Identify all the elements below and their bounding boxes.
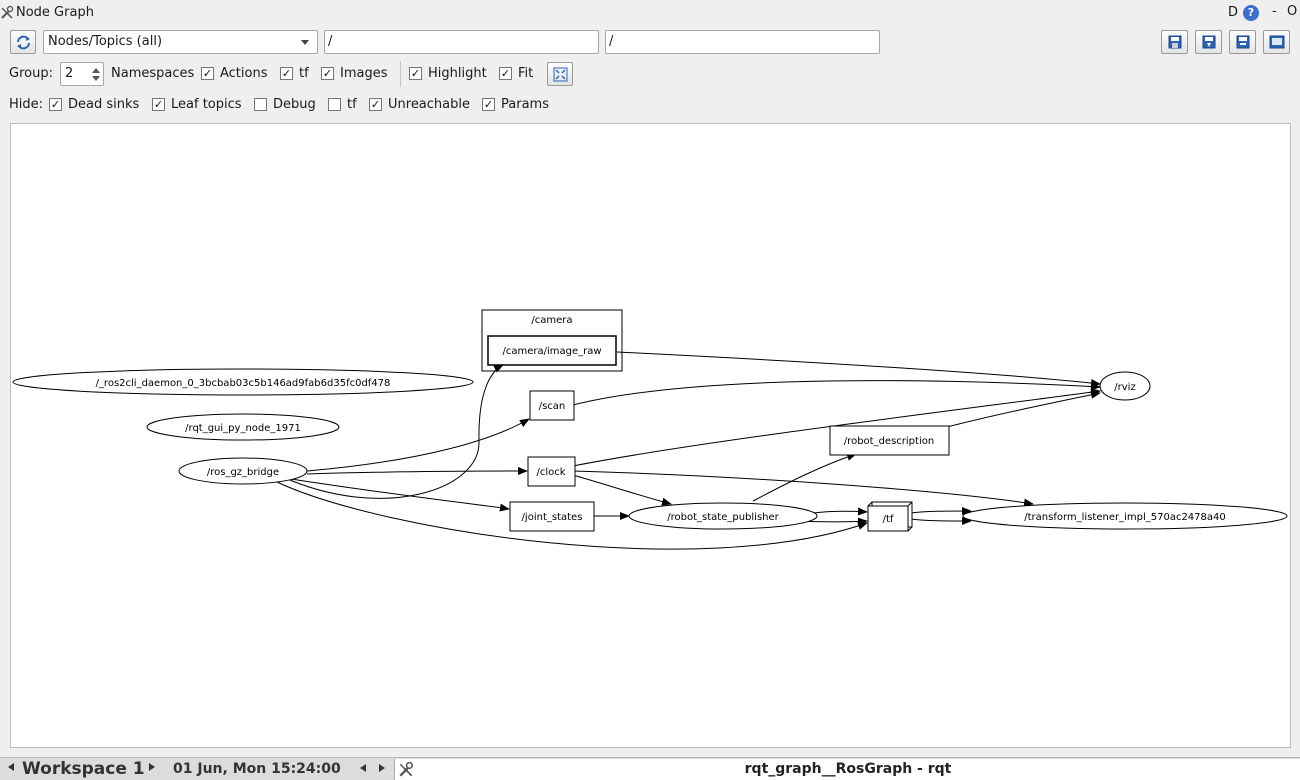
save-dot-icon <box>1202 35 1216 49</box>
workspace-label[interactable]: Workspace 1 <box>22 759 145 779</box>
leaf-topics-label: Leaf topics <box>171 97 242 112</box>
refresh-button[interactable] <box>10 30 36 54</box>
wrench-screwdriver-icon <box>399 762 414 777</box>
namespaces-label: Namespaces <box>111 66 195 81</box>
group-spinbox[interactable]: 2 <box>60 62 104 86</box>
hide-label: Hide: <box>9 97 44 112</box>
topic-tf-label: /tf <box>883 514 894 525</box>
leaf-topics-checkbox[interactable]: ✓ <box>152 98 165 111</box>
graph-canvas[interactable]: /camera /camera/image_raw /_ros2cli_daem… <box>10 123 1291 748</box>
taskbar: Workspace 1 01 Jun, Mon 15:24:00 rqt_gra… <box>0 757 1300 780</box>
topic-scan-label: /scan <box>539 401 566 412</box>
images-label: Images <box>340 66 388 81</box>
node-filter-value: / <box>328 34 333 49</box>
save-svg-button[interactable] <box>1229 30 1256 54</box>
load-file-icon <box>1168 35 1182 49</box>
graph-type-select[interactable]: Nodes/Topics (all) <box>43 30 318 54</box>
params-label: Params <box>501 97 549 112</box>
spin-up-icon[interactable] <box>92 68 100 73</box>
spin-down-icon[interactable] <box>92 76 100 81</box>
actions-checkbox[interactable]: ✓ <box>201 67 214 80</box>
taskbar-window-title: rqt_graph__RosGraph - rqt <box>744 761 952 777</box>
params-checkbox[interactable]: ✓ <box>482 98 495 111</box>
topic-joint-states-label: /joint_states <box>522 512 583 523</box>
task-prev-icon[interactable] <box>360 764 366 772</box>
save-image-button[interactable] <box>1263 30 1290 54</box>
node-rqt-gui-label: /rqt_gui_py_node_1971 <box>185 423 301 434</box>
dead-sinks-label: Dead sinks <box>68 97 140 112</box>
help-button[interactable]: ? <box>1243 5 1259 21</box>
group-value: 2 <box>65 66 74 81</box>
tf-checkbox[interactable]: ✓ <box>280 67 293 80</box>
camera-namespace-label: /camera <box>531 315 572 326</box>
wrench-screwdriver-icon <box>1 6 14 19</box>
minimize-button[interactable]: - <box>1272 4 1277 19</box>
debug-label: Debug <box>273 97 316 112</box>
topic-camera-image-raw-label: /camera/image_raw <box>502 346 601 357</box>
fit-view-icon <box>553 67 568 82</box>
graph-type-selected: Nodes/Topics (all) <box>48 34 163 49</box>
actions-label: Actions <box>220 66 268 81</box>
taskbar-window-item[interactable]: rqt_graph__RosGraph - rqt <box>394 759 1300 780</box>
debug-checkbox[interactable] <box>254 98 267 111</box>
chevron-down-icon <box>301 40 309 45</box>
group-label: Group: <box>9 66 53 81</box>
topic-filter-input[interactable]: / <box>605 30 880 54</box>
dead-sinks-checkbox[interactable]: ✓ <box>49 98 62 111</box>
topic-clock-label: /clock <box>536 467 565 478</box>
tf-label: tf <box>299 66 309 81</box>
ros-graph[interactable]: /camera /camera/image_raw /_ros2cli_daem… <box>11 124 1290 747</box>
refresh-icon <box>17 35 30 50</box>
save-dot-button[interactable] <box>1195 30 1222 54</box>
unreachable-checkbox[interactable]: ✓ <box>369 98 382 111</box>
toolbar-separator <box>400 61 401 87</box>
workspace-prev-icon[interactable] <box>8 763 14 771</box>
workspace-next-icon[interactable] <box>149 763 155 771</box>
unreachable-label: Unreachable <box>388 97 470 112</box>
fit-label: Fit <box>518 66 534 81</box>
node-robot-state-publisher-label: /robot_state_publisher <box>667 512 779 523</box>
node-ros-gz-bridge-label: /ros_gz_bridge <box>207 467 279 478</box>
node-rviz-label: /rviz <box>1114 382 1135 393</box>
fit-checkbox[interactable]: ✓ <box>499 67 512 80</box>
task-next-icon[interactable] <box>379 764 385 772</box>
node-transform-listener-label: /transform_listener_impl_570ac2478a40 <box>1024 512 1226 523</box>
hide-tf-label: tf <box>347 97 357 112</box>
highlight-checkbox[interactable]: ✓ <box>409 67 422 80</box>
node-ros2cli-daemon-label: /_ros2cli_daemon_0_3bcbab03c5b146ad9fab6… <box>96 378 391 389</box>
images-checkbox[interactable]: ✓ <box>321 67 334 80</box>
node-filter-input[interactable]: / <box>324 30 599 54</box>
hide-tf-checkbox[interactable] <box>328 98 341 111</box>
close-button[interactable]: O <box>1287 4 1297 19</box>
window-title: Node Graph <box>16 5 94 20</box>
highlight-label: Highlight <box>428 66 487 81</box>
title-bar: Node Graph D ? - O <box>0 0 1300 28</box>
d-button[interactable]: D <box>1228 5 1242 21</box>
fit-view-button[interactable] <box>547 62 573 86</box>
save-svg-icon <box>1236 35 1250 49</box>
topic-filter-value: / <box>609 34 614 49</box>
save-image-icon <box>1269 35 1285 49</box>
load-dot-button[interactable] <box>1161 30 1188 54</box>
clock-datetime: 01 Jun, Mon 15:24:00 <box>173 761 341 777</box>
topic-robot-description-label: /robot_description <box>844 436 934 447</box>
